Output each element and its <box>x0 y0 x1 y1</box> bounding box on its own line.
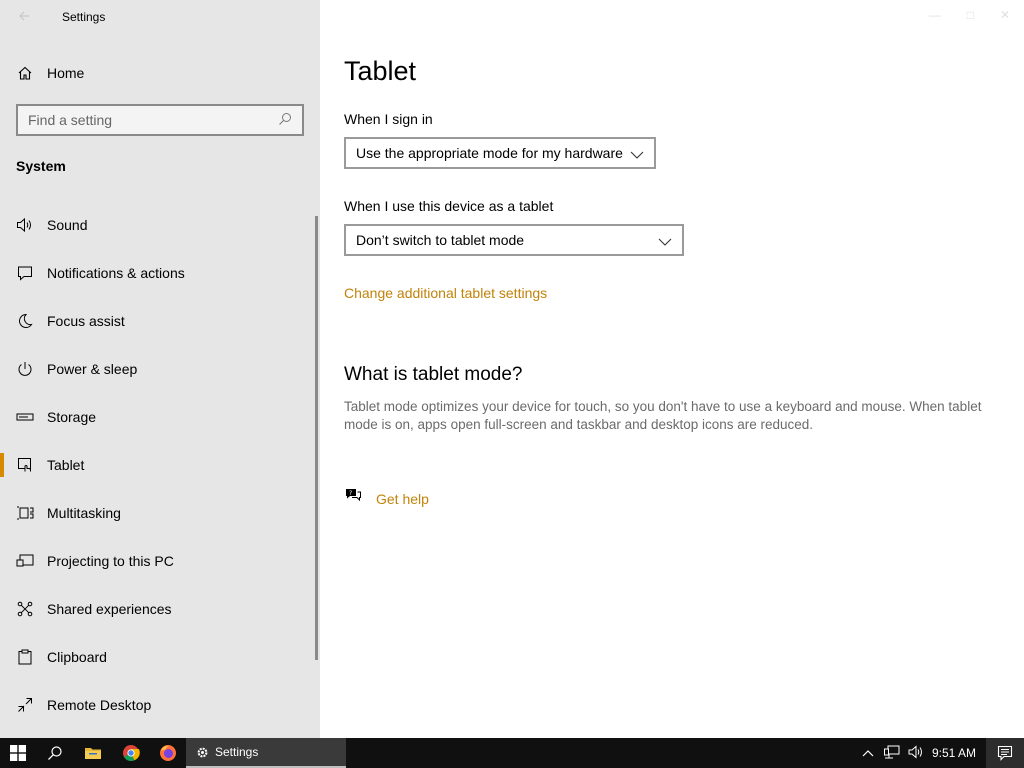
action-center-icon <box>997 745 1013 761</box>
close-icon[interactable]: ✕ <box>1000 8 1010 22</box>
notification-icon <box>16 264 34 282</box>
sidebar-item-label: Power & sleep <box>47 361 138 377</box>
sidebar-item-shared-experiences[interactable]: Shared experiences <box>0 585 316 633</box>
help-chat-icon: ? <box>344 487 362 510</box>
get-help-row[interactable]: ? Get help <box>344 487 429 510</box>
taskbar: Settings 9:51 AM <box>0 738 1024 768</box>
sign-in-dropdown-value: Use the appropriate mode for my hardware <box>356 145 623 161</box>
firefox-icon <box>160 745 176 761</box>
sign-in-dropdown[interactable]: Use the appropriate mode for my hardware <box>344 137 656 169</box>
taskbar-settings-label: Settings <box>215 745 259 759</box>
tablet-mode-dropdown-value: Don’t switch to tablet mode <box>356 232 525 248</box>
taskbar-clock[interactable]: 9:51 AM <box>932 746 976 760</box>
windows-logo-icon <box>10 745 26 761</box>
sidebar-item-projecting[interactable]: Projecting to this PC <box>0 537 316 585</box>
svg-text:?: ? <box>349 490 352 497</box>
chevron-down-icon <box>658 234 672 246</box>
back-arrow-icon <box>19 11 29 21</box>
sidebar: Settings Home System Sound Notifications… <box>0 0 320 738</box>
search-box[interactable] <box>16 104 304 136</box>
sidebar-item-storage[interactable]: Storage <box>0 393 316 441</box>
gear-icon <box>197 747 208 757</box>
sidebar-item-label: Storage <box>47 409 97 425</box>
search-icon[interactable] <box>278 112 294 128</box>
main-content: — □ ✕ Tablet When I sign in Use the appr… <box>320 0 1024 738</box>
nav-home-label: Home <box>47 65 85 81</box>
taskbar-search-button[interactable] <box>36 738 74 768</box>
home-icon <box>16 64 34 82</box>
firefox-button[interactable] <box>150 738 186 768</box>
sidebar-item-sound[interactable]: Sound <box>0 201 316 249</box>
sidebar-item-focus-assist[interactable]: Focus assist <box>0 297 316 345</box>
speaker-icon <box>16 216 34 234</box>
file-explorer-button[interactable] <box>74 738 112 768</box>
sidebar-item-tablet[interactable]: Tablet <box>0 441 316 489</box>
action-center-button[interactable] <box>986 738 1024 768</box>
get-help-link[interactable]: Get help <box>376 491 429 507</box>
window-title: Settings <box>62 10 106 24</box>
tablet-mode-description: Tablet mode optimizes your device for to… <box>344 399 982 432</box>
sidebar-item-label: Notifications & actions <box>47 265 185 281</box>
page-title: Tablet <box>344 56 417 86</box>
projecting-icon <box>16 552 34 570</box>
sidebar-item-power-sleep[interactable]: Power & sleep <box>0 345 316 393</box>
nav-list: Sound Notifications & actions Focus assi… <box>0 201 316 729</box>
network-icon[interactable] <box>883 745 900 762</box>
minimize-icon[interactable]: — <box>929 8 941 22</box>
search-icon <box>48 746 62 760</box>
what-is-tablet-mode-heading: What is tablet mode? <box>344 364 523 385</box>
start-button[interactable] <box>0 738 36 768</box>
section-title: System <box>16 158 66 174</box>
sign-in-label: When I sign in <box>344 111 433 127</box>
sidebar-item-label: Multitasking <box>47 505 121 521</box>
nav-home[interactable]: Home <box>0 54 316 92</box>
storage-icon <box>16 408 34 426</box>
system-tray: 9:51 AM <box>862 738 1024 768</box>
tablet-icon <box>16 456 34 474</box>
sidebar-item-remote-desktop[interactable]: Remote Desktop <box>0 681 316 729</box>
taskbar-settings-app[interactable]: Settings <box>186 738 346 768</box>
power-icon <box>16 360 34 378</box>
shared-experiences-icon <box>16 600 34 618</box>
chevron-up-icon[interactable] <box>862 746 874 760</box>
sidebar-item-clipboard[interactable]: Clipboard <box>0 633 316 681</box>
multitasking-icon <box>16 504 34 522</box>
sidebar-item-label: Remote Desktop <box>47 697 152 713</box>
sidebar-item-label: Shared experiences <box>47 601 172 617</box>
sidebar-item-multitasking[interactable]: Multitasking <box>0 489 316 537</box>
search-input[interactable] <box>18 106 268 134</box>
sidebar-item-label: Clipboard <box>47 649 107 665</box>
sidebar-item-label: Tablet <box>47 457 85 473</box>
sidebar-item-label: Focus assist <box>47 313 125 329</box>
remote-desktop-icon <box>16 696 34 714</box>
maximize-icon[interactable]: □ <box>967 8 974 22</box>
tablet-use-label: When I use this device as a tablet <box>344 198 554 214</box>
clipboard-icon <box>16 648 34 666</box>
sidebar-item-label: Sound <box>47 217 88 233</box>
folder-icon <box>85 748 101 759</box>
sidebar-item-notifications[interactable]: Notifications & actions <box>0 249 316 297</box>
chrome-icon <box>123 745 140 761</box>
chrome-button[interactable] <box>112 738 150 768</box>
volume-icon[interactable] <box>908 744 924 762</box>
moon-icon <box>16 312 34 330</box>
window-controls: — □ ✕ <box>929 8 1010 22</box>
back-button[interactable] <box>10 2 38 30</box>
tablet-mode-dropdown[interactable]: Don’t switch to tablet mode <box>344 224 684 256</box>
sidebar-scrollbar[interactable] <box>315 216 318 660</box>
title-bar: Settings <box>0 0 320 34</box>
sidebar-item-label: Projecting to this PC <box>47 553 174 569</box>
chevron-down-icon <box>630 147 644 159</box>
additional-tablet-settings-link[interactable]: Change additional tablet settings <box>344 285 547 301</box>
